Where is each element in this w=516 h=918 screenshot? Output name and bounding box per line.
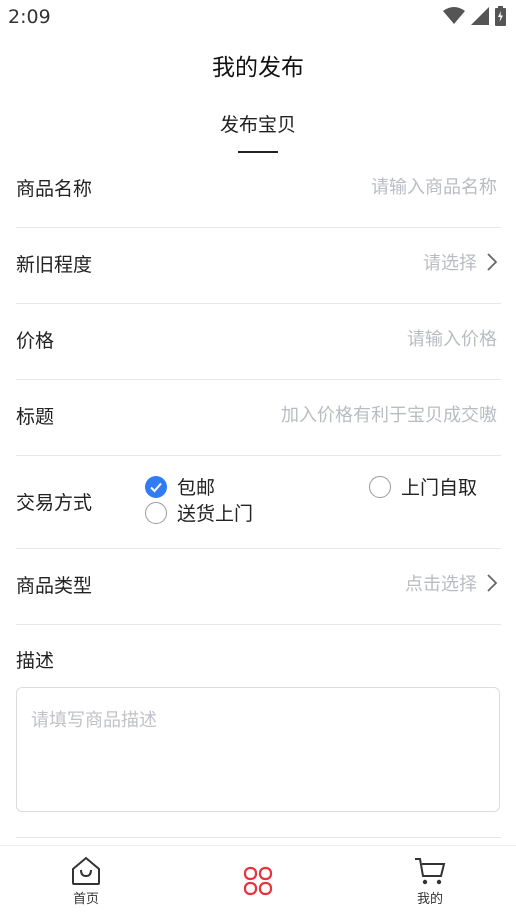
description-label: 描述 <box>16 650 55 672</box>
wifi-icon <box>443 7 465 24</box>
home-icon <box>72 856 100 885</box>
tab-category[interactable] <box>198 846 318 918</box>
tab-mine[interactable]: 我的 <box>370 846 490 918</box>
condition-select[interactable]: 请选择 <box>423 249 497 275</box>
radio-circle-icon <box>369 475 391 498</box>
radio-free-shipping[interactable]: 包邮 <box>145 473 215 500</box>
trade-method-row: 交易方式 包邮 上门自取 送货上门 <box>16 455 501 549</box>
radio-circle-icon <box>145 501 167 524</box>
radio-self-pickup-label: 上门自取 <box>401 477 478 499</box>
tab-publish-item[interactable]: 发布宝贝 <box>0 110 516 137</box>
product-type-row[interactable]: 商品类型 点击选择 <box>16 548 501 625</box>
condition-value: 请选择 <box>423 253 477 274</box>
product-type-select[interactable]: 点击选择 <box>405 570 497 596</box>
checkmark-icon <box>145 475 167 498</box>
page-title: 我的发布 <box>212 55 304 81</box>
product-type-label: 商品类型 <box>16 575 93 597</box>
price-row[interactable]: 价格 请输入价格 <box>16 303 501 380</box>
price-label: 价格 <box>16 330 55 352</box>
title-input[interactable]: 加入价格有利于宝贝成交嗷 <box>281 401 497 427</box>
battery-icon <box>495 6 506 26</box>
condition-label: 新旧程度 <box>16 254 93 276</box>
product-name-label: 商品名称 <box>16 178 93 200</box>
bottom-tab-bar: 首页 我的 <box>0 845 516 918</box>
status-bar: 2:09 <box>0 0 516 34</box>
radio-home-delivery[interactable]: 送货上门 <box>145 499 253 526</box>
chevron-right-icon <box>487 574 497 592</box>
title-label: 标题 <box>16 406 55 428</box>
product-name-input[interactable]: 请输入商品名称 <box>371 173 497 199</box>
product-type-value: 点击选择 <box>405 574 477 595</box>
cellular-signal-icon <box>471 7 489 25</box>
radio-home-delivery-label: 送货上门 <box>177 503 254 525</box>
radio-self-pickup[interactable]: 上门自取 <box>369 473 477 500</box>
grid-icon <box>243 866 273 896</box>
product-name-row[interactable]: 商品名称 请输入商品名称 <box>16 150 501 228</box>
status-icons <box>443 6 506 26</box>
cart-icon <box>415 858 446 885</box>
condition-row[interactable]: 新旧程度 请选择 <box>16 227 501 304</box>
trade-method-label: 交易方式 <box>16 492 93 514</box>
radio-free-shipping-label: 包邮 <box>177 477 216 499</box>
tab-mine-label: 我的 <box>416 892 443 907</box>
status-time: 2:09 <box>8 6 51 28</box>
tab-home-label: 首页 <box>72 892 99 907</box>
description-placeholder: 请填写商品描述 <box>31 710 157 731</box>
tab-home[interactable]: 首页 <box>26 846 146 918</box>
divider <box>16 837 501 838</box>
description-textarea[interactable]: 请填写商品描述 <box>16 687 500 812</box>
title-row[interactable]: 标题 加入价格有利于宝贝成交嗷 <box>16 379 501 456</box>
price-input[interactable]: 请输入价格 <box>407 325 497 351</box>
chevron-right-icon <box>487 253 497 271</box>
